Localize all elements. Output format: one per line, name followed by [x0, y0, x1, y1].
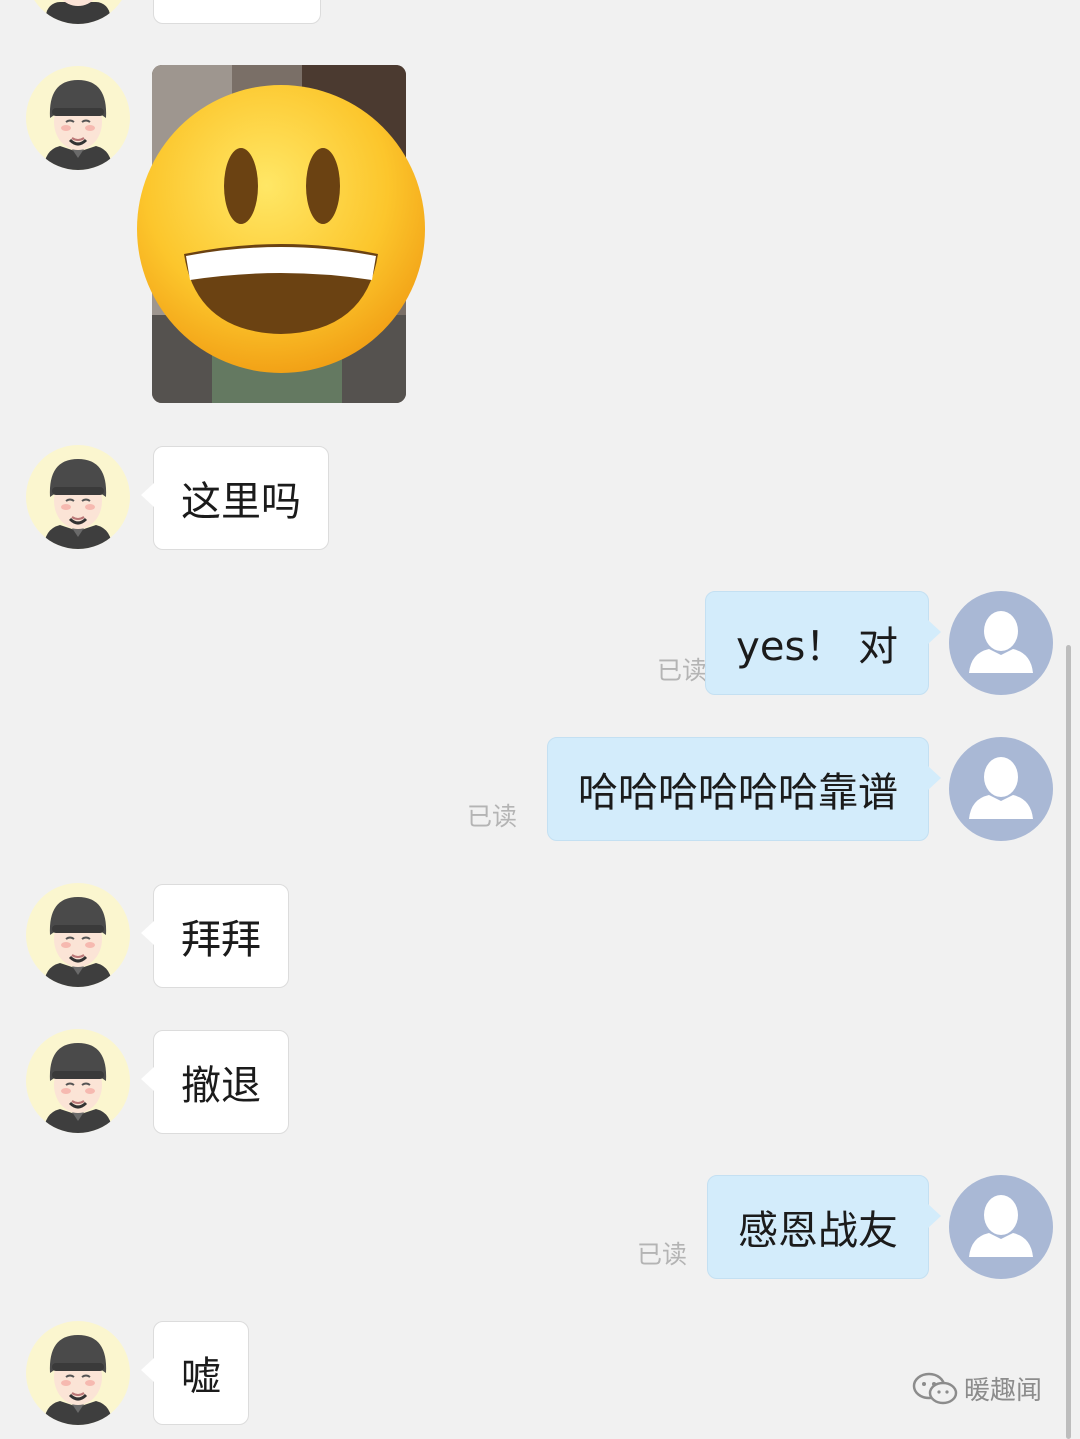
message-text: 感恩战友 [738, 1208, 898, 1254]
helmet-person-avatar-icon [44, 897, 112, 987]
helmet-person-avatar-icon [44, 80, 112, 170]
message-bubble-incoming[interactable]: 嘘 [141, 1321, 249, 1425]
message-text: 嘘 [181, 1354, 221, 1400]
read-status: 已读 [657, 656, 708, 685]
contact-avatar[interactable] [26, 0, 130, 24]
user-silhouette-icon [969, 1195, 1033, 1257]
user-silhouette-icon [969, 757, 1033, 819]
contact-avatar[interactable] [26, 1029, 130, 1133]
message-bubble-outgoing[interactable]: yes！ 对 [705, 591, 941, 695]
helmet-person-avatar-icon [44, 1335, 112, 1425]
message-text: 撤退 [181, 1063, 261, 1109]
message-bubble-incoming[interactable]: 这里吗 [141, 446, 329, 550]
helmet-person-avatar-icon [44, 1043, 112, 1133]
message-text: 这里吗 [181, 479, 301, 525]
read-status: 已读 [467, 802, 518, 831]
watermark: 暖趣闻 [912, 1370, 1042, 1407]
my-avatar[interactable] [949, 737, 1053, 841]
wechat-icon [912, 1372, 958, 1404]
grinning-face-emoji-icon [137, 85, 425, 373]
read-status: 已读 [637, 1240, 688, 1269]
message-bubble-incoming[interactable]: 拜拜 [141, 884, 289, 988]
contact-avatar[interactable] [26, 883, 130, 987]
user-silhouette-icon [969, 611, 1033, 673]
scrollbar[interactable] [1066, 645, 1071, 1439]
contact-avatar[interactable] [26, 1321, 130, 1425]
message-bubble-incoming[interactable] [153, 0, 321, 24]
my-avatar[interactable] [949, 1175, 1053, 1279]
contact-avatar[interactable] [26, 66, 130, 170]
message-text: 哈哈哈哈哈哈靠谱 [578, 770, 898, 816]
message-text: 拜拜 [181, 917, 261, 963]
helmet-person-avatar-icon [44, 459, 112, 549]
contact-avatar[interactable] [26, 445, 130, 549]
message-bubble-outgoing[interactable]: 哈哈哈哈哈哈靠谱 [547, 737, 941, 841]
my-avatar[interactable] [949, 591, 1053, 695]
watermark-text: 暖趣闻 [964, 1376, 1043, 1406]
message-bubble-incoming[interactable]: 撤退 [141, 1030, 289, 1134]
helmet-person-avatar-icon [46, 0, 110, 24]
message-text: yes！ 对 [736, 624, 898, 670]
message-bubble-outgoing[interactable]: 感恩战友 [707, 1175, 941, 1279]
